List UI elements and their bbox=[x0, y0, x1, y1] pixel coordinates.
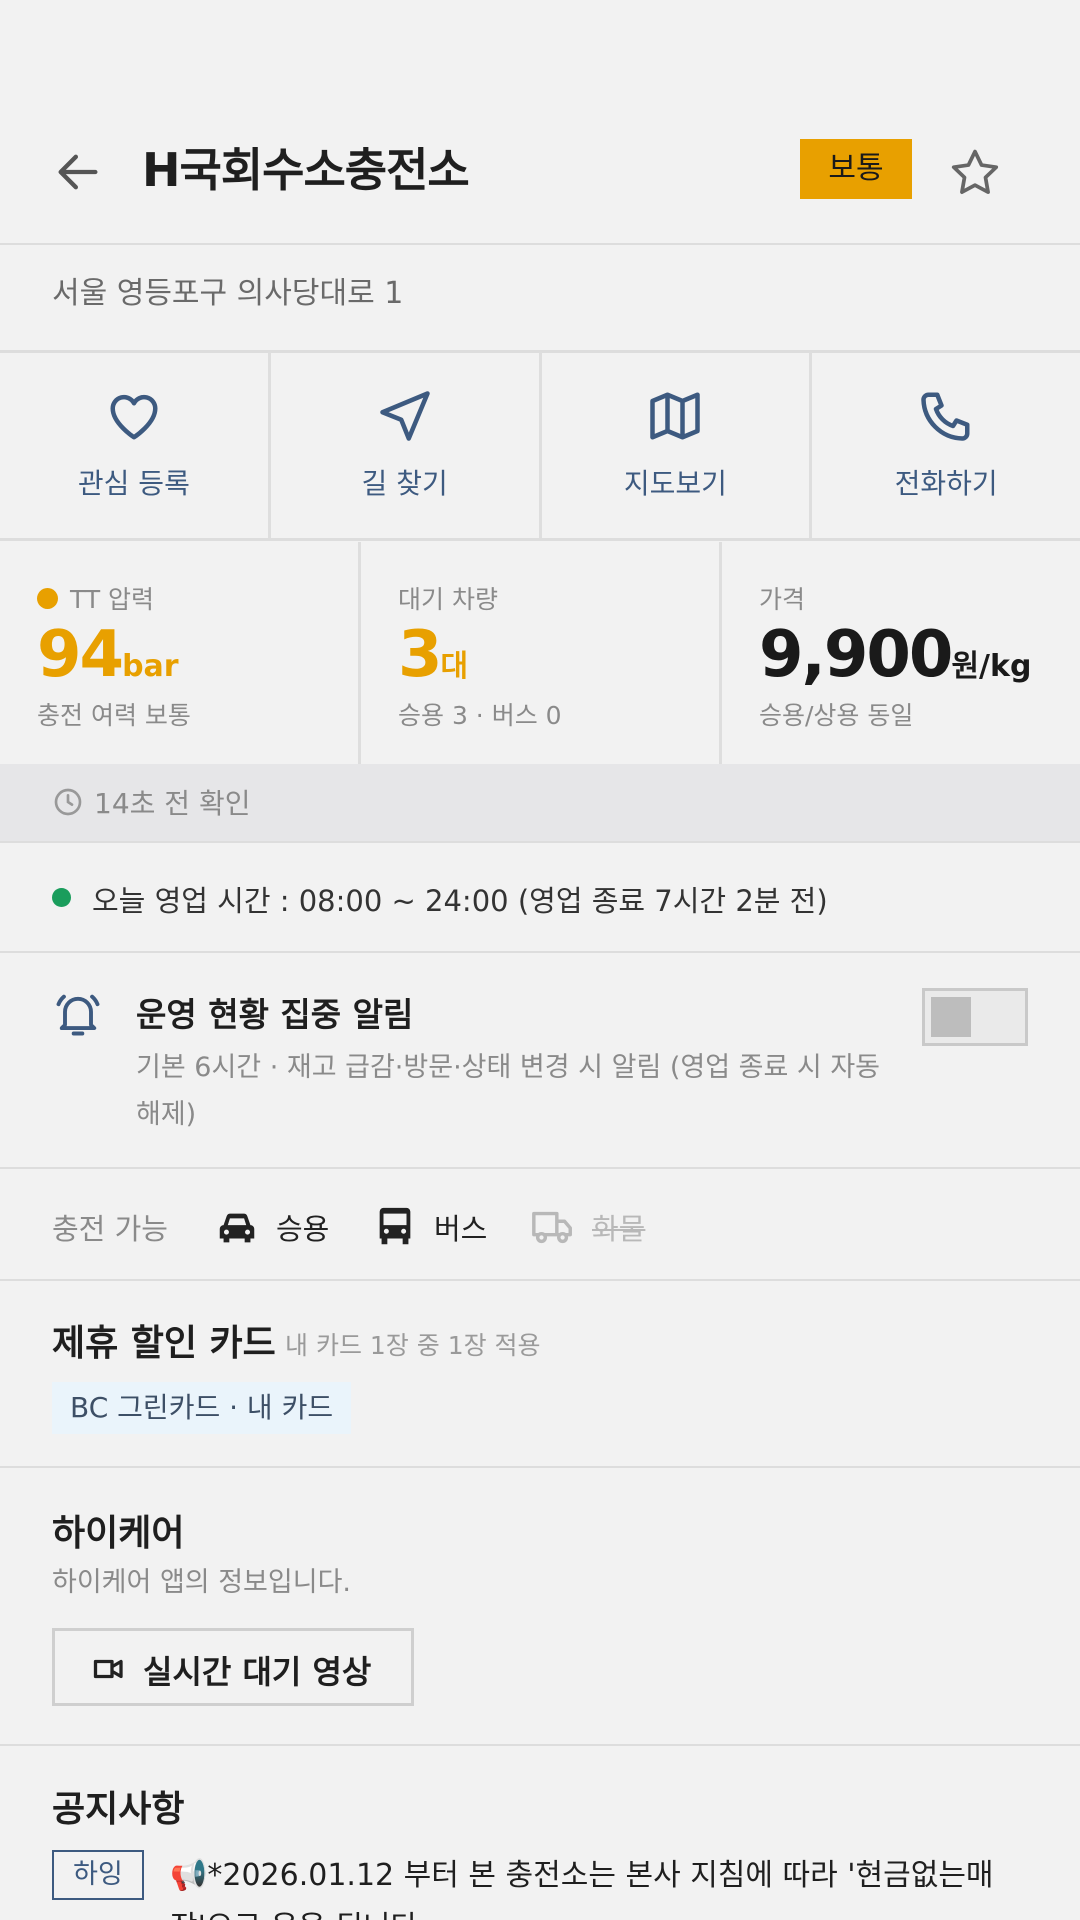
star-icon[interactable] bbox=[947, 145, 1003, 201]
toggle-knob bbox=[931, 997, 971, 1037]
pressure-caption: TT 압력 bbox=[37, 580, 154, 616]
waiting-sub: 승용 3 · 버스 0 bbox=[398, 701, 562, 730]
open-status-dot bbox=[52, 888, 71, 907]
live-video-label: 실시간 대기 영상 bbox=[143, 1653, 372, 1691]
video-camera-icon bbox=[93, 1659, 123, 1679]
vehicle-label: 화물 bbox=[592, 1212, 646, 1246]
live-video-button[interactable]: 실시간 대기 영상 bbox=[52, 1628, 414, 1706]
page-title: H국회수소충전소 bbox=[142, 143, 470, 197]
vehicle-car: 승용 bbox=[214, 1204, 329, 1250]
phone-icon bbox=[921, 392, 970, 441]
business-hours-text: 오늘 영업 시간 : 08:00 ~ 24:00 (영업 종료 7시간 2분 전… bbox=[92, 884, 828, 918]
pressure-value: 94bar bbox=[37, 618, 179, 692]
focus-alert-title: 운영 현황 집중 알림 bbox=[136, 995, 414, 1034]
action-label: 지도보기 bbox=[623, 467, 727, 500]
directions-button[interactable]: 길 찾기 bbox=[271, 352, 542, 540]
bus-icon bbox=[379, 1207, 411, 1245]
notice-section: 공지사항 하잉 📢*2026.01.12 부터 본 충전소는 본사 지침에 따라… bbox=[0, 1746, 1080, 1920]
station-address: 서울 영등포구 의사당대로 1 bbox=[52, 276, 404, 311]
waiting-stat: 대기 차량 3대 승용 3 · 버스 0 bbox=[361, 542, 722, 764]
business-hours: 오늘 영업 시간 : 08:00 ~ 24:00 (영업 종료 7시간 2분 전… bbox=[0, 842, 1080, 952]
waiting-value: 3대 bbox=[398, 618, 469, 692]
action-label: 길 찾기 bbox=[361, 467, 448, 500]
focus-alert-section: 운영 현황 집중 알림 기본 6시간 · 재고 급감·방문·상태 변경 시 알림… bbox=[0, 952, 1080, 1168]
clock-icon bbox=[54, 788, 82, 816]
discount-cards-title: 제휴 할인 카드 bbox=[52, 1323, 276, 1364]
focus-alert-toggle[interactable] bbox=[922, 988, 1028, 1046]
back-arrow-icon[interactable] bbox=[52, 146, 104, 198]
price-caption: 가격 bbox=[759, 585, 806, 614]
favorite-button[interactable]: 관심 등록 bbox=[0, 352, 271, 540]
hicare-title: 하이케어 bbox=[52, 1513, 185, 1554]
price-value: 9,900원/kg bbox=[759, 618, 1032, 692]
vehicle-bus: 버스 bbox=[372, 1204, 487, 1250]
vehicle-truck: 화물 bbox=[530, 1204, 645, 1250]
divider bbox=[0, 538, 1080, 541]
last-checked-text: 14초 전 확인 bbox=[94, 787, 251, 820]
waiting-caption: 대기 차량 bbox=[398, 585, 498, 614]
action-label: 관심 등록 bbox=[77, 467, 190, 500]
action-row: 관심 등록 길 찾기 지도보기 전화하기 bbox=[0, 352, 1080, 540]
charge-availability: 충전 가능 승용 버스 화물 bbox=[0, 1168, 1080, 1280]
notice-tag: 하잉 bbox=[52, 1850, 144, 1900]
notice-text[interactable]: 📢*2026.01.12 부터 본 충전소는 본사 지침에 따라 '현금없는매장… bbox=[170, 1850, 1020, 1920]
discount-cards-meta: 내 카드 1장 중 1장 적용 bbox=[285, 1331, 541, 1360]
stats-row: TT 압력 94bar 충전 여력 보통 대기 차량 3대 승용 3 · 버스 … bbox=[0, 542, 1080, 764]
hicare-section: 하이케어 하이케어 앱의 정보입니다. 실시간 대기 영상 bbox=[0, 1466, 1080, 1744]
last-checked-bar: 14초 전 확인 bbox=[0, 764, 1080, 842]
focus-alert-description: 기본 6시간 · 재고 급감·방문·상태 변경 시 알림 (영업 종료 시 자동… bbox=[136, 1052, 881, 1130]
vehicle-label: 승용 bbox=[276, 1212, 330, 1246]
pressure-stat: TT 압력 94bar 충전 여력 보통 bbox=[0, 542, 361, 764]
map-button[interactable]: 지도보기 bbox=[542, 352, 813, 540]
vehicle-label: 버스 bbox=[434, 1212, 488, 1246]
status-badge: 보통 bbox=[800, 139, 912, 199]
call-button[interactable]: 전화하기 bbox=[812, 352, 1080, 540]
header-bar: H국회수소충전소 보통 bbox=[0, 110, 1080, 230]
charge-label: 충전 가능 bbox=[52, 1212, 168, 1246]
navigation-icon bbox=[379, 391, 430, 441]
map-icon bbox=[650, 392, 701, 440]
hicare-subtitle: 하이케어 앱의 정보입니다. bbox=[52, 1567, 351, 1598]
price-stat: 가격 9,900원/kg 승용/상용 동일 bbox=[722, 542, 1080, 764]
bell-icon bbox=[56, 994, 100, 1036]
pressure-sub: 충전 여력 보통 bbox=[37, 701, 191, 730]
price-sub: 승용/상용 동일 bbox=[759, 701, 914, 730]
action-label: 전화하기 bbox=[894, 467, 998, 500]
notice-title: 공지사항 bbox=[52, 1789, 185, 1830]
status-dot bbox=[37, 588, 58, 609]
heart-icon bbox=[110, 394, 158, 440]
discount-cards-section: 제휴 할인 카드 내 카드 1장 중 1장 적용 BC 그린카드 · 내 카드 bbox=[0, 1280, 1080, 1466]
truck-icon bbox=[532, 1211, 572, 1244]
divider bbox=[0, 243, 1080, 245]
card-chip[interactable]: BC 그린카드 · 내 카드 bbox=[52, 1382, 352, 1434]
car-icon bbox=[219, 1213, 255, 1243]
